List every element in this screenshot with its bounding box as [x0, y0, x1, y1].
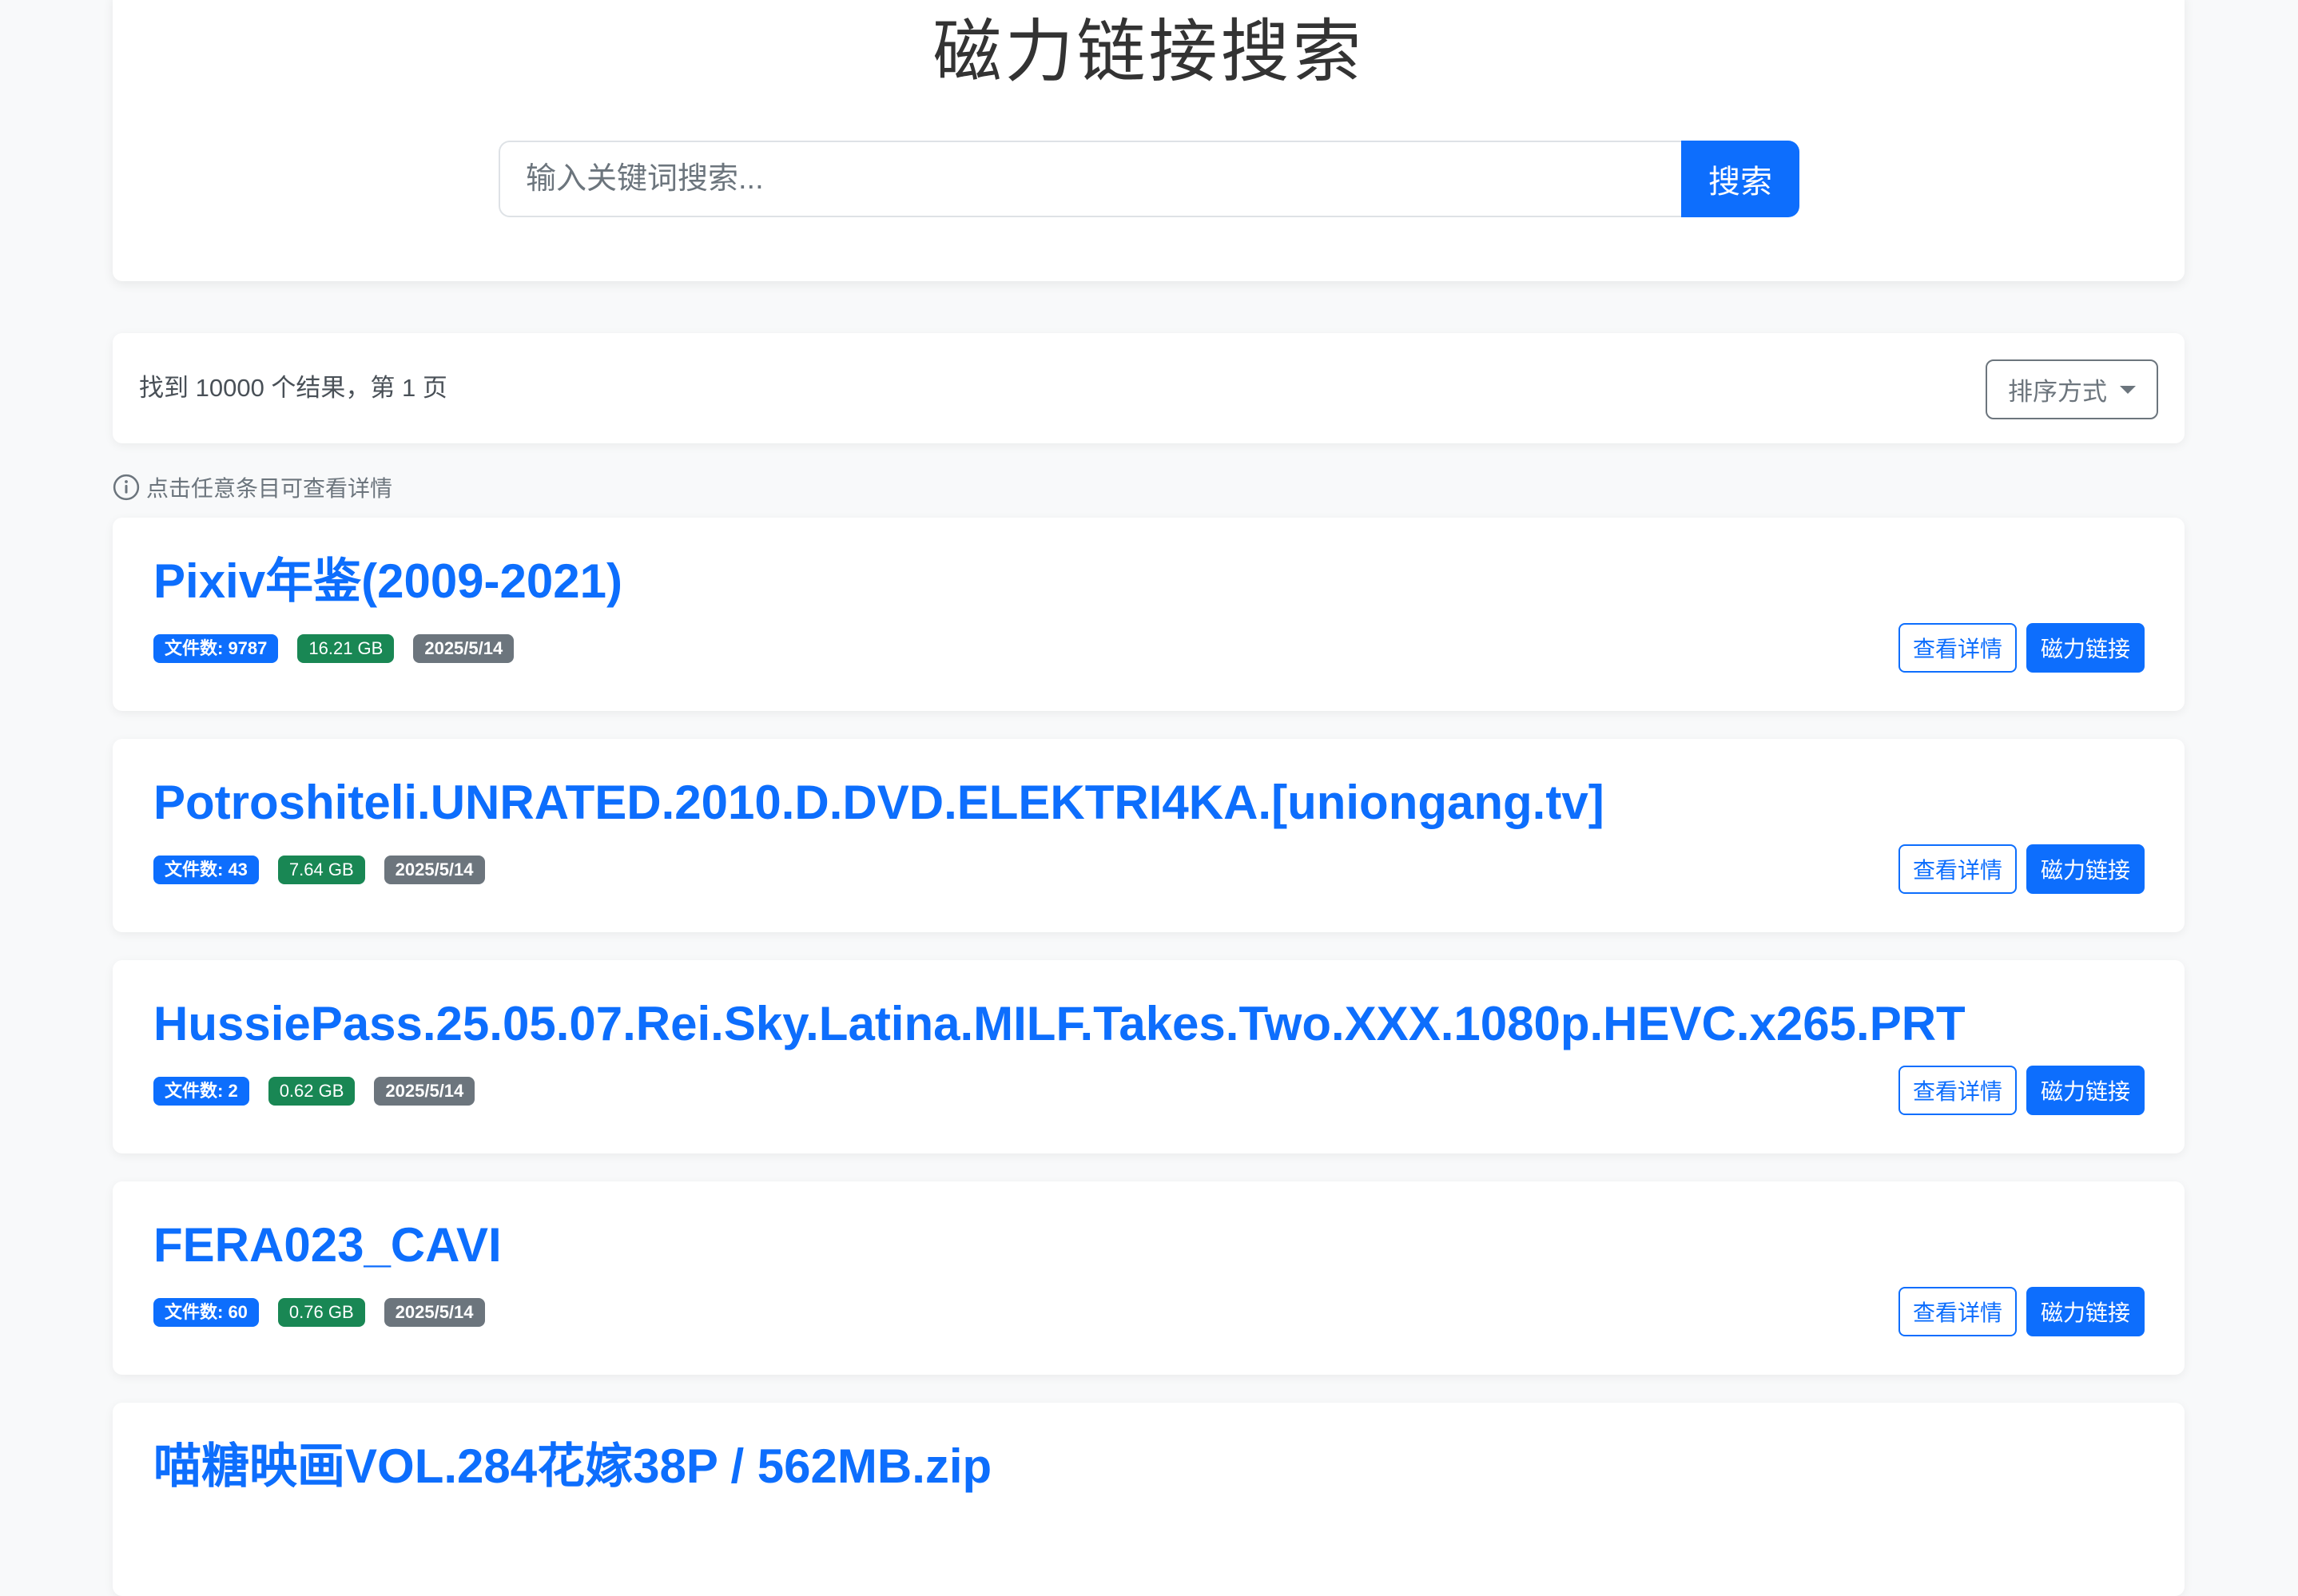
result-actions: 查看详情 磁力链接: [1898, 1287, 2145, 1336]
file-count-badge: 文件数: 60: [153, 1298, 259, 1327]
search-button[interactable]: 搜索: [1681, 141, 1799, 217]
badge-group: 文件数: 60 0.76 GB 2025/5/14: [153, 1298, 485, 1327]
sort-label: 排序方式: [2008, 378, 2107, 406]
result-actions: 查看详情 磁力链接: [1898, 623, 2145, 673]
results-bar: 找到 10000 个结果，第 1 页 排序方式: [113, 333, 2185, 443]
caret-down-icon: [2120, 385, 2136, 394]
badge-group: 文件数: 9787 16.21 GB 2025/5/14: [153, 634, 515, 663]
result-title[interactable]: Potroshiteli.UNRATED.2010.D.DVD.ELEKTRI4…: [153, 772, 1604, 833]
result-actions: 查看详情 磁力链接: [1898, 1066, 2145, 1115]
size-badge: 0.62 GB: [268, 1077, 356, 1106]
search-input[interactable]: [499, 141, 1681, 217]
result-card[interactable]: HussiePass.25.05.07.Rei.Sky.Latina.MILF.…: [113, 960, 2185, 1153]
date-badge: 2025/5/14: [413, 634, 515, 663]
search-header-card: 磁力链接搜索 搜索: [113, 0, 2185, 281]
result-card[interactable]: Potroshiteli.UNRATED.2010.D.DVD.ELEKTRI4…: [113, 739, 2185, 932]
size-badge: 16.21 GB: [297, 634, 395, 663]
badge-group: 文件数: 43 7.64 GB 2025/5/14: [153, 856, 485, 884]
result-title[interactable]: FERA023_CAVI: [153, 1215, 502, 1276]
result-card[interactable]: FERA023_CAVI 文件数: 60 0.76 GB 2025/5/14 查…: [113, 1181, 2185, 1375]
badge-group: 文件数: 2 0.62 GB 2025/5/14: [153, 1077, 475, 1106]
result-card[interactable]: Pixiv年鉴(2009-2021) 文件数: 9787 16.21 GB 20…: [113, 518, 2185, 711]
hint-text: 点击任意条目可查看详情: [146, 476, 393, 501]
date-badge: 2025/5/14: [384, 856, 485, 884]
magnet-link-button[interactable]: 磁力链接: [2026, 1066, 2145, 1115]
result-actions: 查看详情 磁力链接: [1898, 844, 2145, 894]
page-title: 磁力链接搜索: [932, 14, 1365, 90]
magnet-link-button[interactable]: 磁力链接: [2026, 623, 2145, 673]
result-card[interactable]: 喵糖映画VOL.284花嫁38P / 562MB.zip: [113, 1403, 2185, 1596]
view-details-button[interactable]: 查看详情: [1898, 844, 2017, 894]
view-details-button[interactable]: 查看详情: [1898, 1066, 2017, 1115]
date-badge: 2025/5/14: [384, 1298, 485, 1327]
info-circle-icon: [113, 474, 140, 501]
magnet-link-button[interactable]: 磁力链接: [2026, 844, 2145, 894]
size-badge: 7.64 GB: [277, 856, 365, 884]
sort-dropdown-button[interactable]: 排序方式: [1986, 359, 2158, 419]
result-title[interactable]: HussiePass.25.05.07.Rei.Sky.Latina.MILF.…: [153, 994, 1966, 1054]
hint: 点击任意条目可查看详情: [113, 471, 392, 503]
date-badge: 2025/5/14: [374, 1077, 475, 1106]
result-title[interactable]: 喵糖映画VOL.284花嫁38P / 562MB.zip: [153, 1436, 992, 1497]
result-title[interactable]: Pixiv年鉴(2009-2021): [153, 551, 622, 612]
file-count-badge: 文件数: 43: [153, 856, 259, 884]
magnet-link-button[interactable]: 磁力链接: [2026, 1287, 2145, 1336]
view-details-button[interactable]: 查看详情: [1898, 1287, 2017, 1336]
search-group: 搜索: [499, 141, 1799, 217]
size-badge: 0.76 GB: [277, 1298, 365, 1327]
file-count-badge: 文件数: 2: [153, 1077, 249, 1106]
results-count: 找到 10000 个结果，第 1 页: [139, 374, 447, 402]
view-details-button[interactable]: 查看详情: [1898, 623, 2017, 673]
file-count-badge: 文件数: 9787: [153, 634, 279, 663]
